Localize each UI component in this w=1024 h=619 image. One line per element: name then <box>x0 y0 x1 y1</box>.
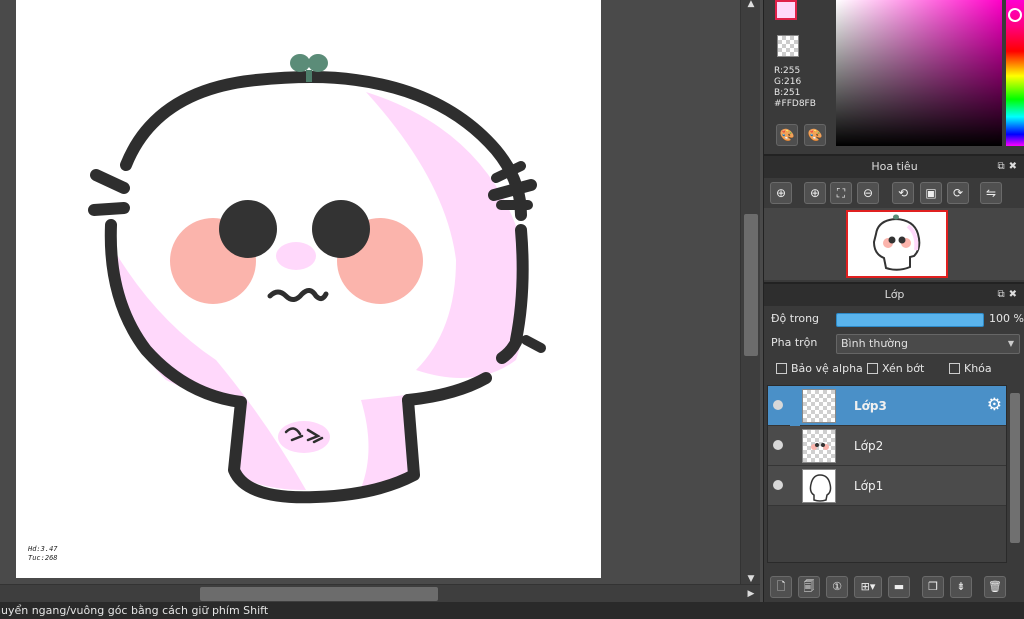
new-layer-from-icon[interactable]: 🗐 <box>798 576 820 598</box>
protect-alpha-checkbox[interactable]: Bảo vệ alpha <box>776 358 863 380</box>
navigator-view[interactable] <box>764 208 1024 280</box>
opacity-value: 100 % <box>989 312 1024 325</box>
zoom-in-icon[interactable]: ⊕ <box>804 182 826 204</box>
red-value: R:255 <box>774 66 801 76</box>
gear-icon[interactable]: ⚙ <box>987 395 1002 415</box>
visibility-eye-icon[interactable] <box>773 440 783 450</box>
layer-row-lop2[interactable]: Lớp2 <box>768 426 1006 466</box>
layer-panel-title: Lớp <box>884 288 905 301</box>
blue-value: B:251 <box>774 88 801 98</box>
foreground-color-swatch[interactable] <box>775 0 797 20</box>
status-message: huyển ngang/vuông góc bằng cách giữ phím… <box>0 604 269 617</box>
hex-value: #FFD8FB <box>774 99 816 109</box>
character-artwork <box>88 54 546 504</box>
saturation-value-picker[interactable] <box>836 0 1002 146</box>
visibility-eye-icon[interactable] <box>773 480 783 490</box>
rotate-right-icon[interactable]: ⟳ <box>947 182 969 204</box>
clipping-checkbox[interactable]: Xén bớt <box>867 358 924 380</box>
layer-panel: Lớp ⧉✖ Độ trong 100 % Pha trộn Bình thườ… <box>764 282 1024 602</box>
rgb-readout: R:255 G:216 B:251 #FFD8FB <box>774 66 816 110</box>
canvas-vertical-scrollbar[interactable]: ▲ ▼ <box>740 0 760 584</box>
signature-line-2: Tuc:268 <box>28 554 58 562</box>
navigator-header: Hoa tiêu ⧉✖ <box>764 154 1024 178</box>
right-dock: R:255 G:216 B:251 #FFD8FB 🎨 🎨 Hoa tiêu ⧉… <box>763 0 1024 602</box>
fit-window-icon[interactable]: ⛶ <box>830 182 852 204</box>
layer-options-row: Bảo vệ alpha Xén bớt Khóa <box>764 358 1024 380</box>
blend-row: Pha trộn Bình thường ▼ <box>764 332 1024 354</box>
navigator-title: Hoa tiêu <box>871 160 918 173</box>
layer-thumbnail <box>802 389 836 423</box>
blend-label: Pha trộn <box>771 336 818 349</box>
zoom-fit-icon[interactable]: ⊕ <box>770 182 792 204</box>
opacity-label: Độ trong <box>771 312 820 325</box>
layer-thumbnail <box>802 429 836 463</box>
green-value: G:216 <box>774 77 802 87</box>
panel-window-icons[interactable]: ⧉✖ <box>997 284 1021 306</box>
checkbox-icon <box>776 362 787 374</box>
layer-name: Lớp1 <box>854 479 884 493</box>
checkbox-icon <box>867 362 878 374</box>
scroll-right-icon[interactable]: ▶ <box>744 585 758 603</box>
scroll-up-icon[interactable]: ▲ <box>741 0 761 10</box>
layer-thumbnail <box>802 469 836 503</box>
visibility-eye-icon[interactable] <box>773 400 783 410</box>
clipping-label: Xén bớt <box>882 362 925 375</box>
chevron-down-icon: ▼ <box>1007 339 1014 348</box>
panel-window-icons[interactable]: ⧉✖ <box>997 156 1021 178</box>
blend-mode-value: Bình thường <box>841 337 908 350</box>
delete-layer-icon[interactable]: 🗑 <box>984 576 1006 598</box>
canvas-area[interactable]: Hd:3.47 Tuc:268 ▲ ▼ ▶ <box>0 0 763 602</box>
layer-toolbar: 🗋 🗐 ① ⊞▾ ▬ ❐ ⇟ 🗑 <box>764 572 1024 602</box>
opacity-row: Độ trong 100 % <box>764 308 1024 330</box>
new-layer-1bit-icon[interactable]: ① <box>826 576 848 598</box>
active-layer-indicator <box>790 386 800 426</box>
scroll-down-icon[interactable]: ▼ <box>741 574 761 584</box>
lock-label: Khóa <box>964 362 992 375</box>
checkbox-icon <box>949 362 960 374</box>
palette-icon[interactable]: 🎨 <box>776 124 798 146</box>
actual-size-icon[interactable]: ▣ <box>920 182 942 204</box>
rotate-left-icon[interactable]: ⟲ <box>892 182 914 204</box>
layer-name: Lớp2 <box>854 439 884 453</box>
add-layer-menu-icon[interactable]: ⊞▾ <box>854 576 882 598</box>
horizontal-scroll-thumb[interactable] <box>200 587 438 601</box>
canvas-horizontal-scrollbar[interactable]: ▶ <box>0 584 760 602</box>
blend-mode-select[interactable]: Bình thường ▼ <box>836 334 1020 354</box>
merge-down-icon[interactable]: ⇟ <box>950 576 972 598</box>
signature: Hd:3.47 Tuc:268 <box>28 545 58 563</box>
palette-settings-icon[interactable]: 🎨 <box>804 124 826 146</box>
navigator-thumbnail[interactable] <box>846 210 948 278</box>
status-bar: huyển ngang/vuông góc bằng cách giữ phím… <box>0 602 1024 619</box>
layer-row-lop3[interactable]: Lớp3 ⚙ <box>768 386 1006 426</box>
layer-row-lop1[interactable]: Lớp1 <box>768 466 1006 506</box>
layer-name: Lớp3 <box>854 399 887 413</box>
vertical-scroll-thumb[interactable] <box>744 214 758 356</box>
lock-checkbox[interactable]: Khóa <box>949 358 992 380</box>
duplicate-layer-icon[interactable]: ❐ <box>922 576 944 598</box>
layer-list-scrollbar[interactable] <box>1008 385 1022 563</box>
signature-line-1: Hd:3.47 <box>28 545 58 553</box>
protect-alpha-label: Bảo vệ alpha <box>791 362 863 375</box>
navigator-toolbar: ⊕ ⊕ ⛶ ⊖ ⟲ ▣ ⟳ ⇋ <box>764 178 1024 208</box>
layer-scroll-thumb[interactable] <box>1010 393 1020 543</box>
new-folder-icon[interactable]: ▬ <box>888 576 910 598</box>
app-window: Hd:3.47 Tuc:268 ▲ ▼ ▶ R:255 G:216 B:251 … <box>0 0 1024 619</box>
navigator-panel: Hoa tiêu ⧉✖ ⊕ ⊕ ⛶ ⊖ ⟲ ▣ ⟳ ⇋ <box>764 154 1024 280</box>
opacity-slider[interactable] <box>836 313 984 327</box>
transparent-color-swatch[interactable] <box>777 35 799 57</box>
new-layer-icon[interactable]: 🗋 <box>770 576 792 598</box>
drawing-canvas[interactable]: Hd:3.47 Tuc:268 <box>16 0 601 578</box>
hue-marker[interactable] <box>1008 8 1022 22</box>
layer-list: Lớp3 ⚙ Lớp2 Lớp1 <box>767 385 1007 563</box>
layer-header: Lớp ⧉✖ <box>764 282 1024 306</box>
color-panel: R:255 G:216 B:251 #FFD8FB 🎨 🎨 <box>764 0 1024 152</box>
flip-icon[interactable]: ⇋ <box>980 182 1002 204</box>
zoom-out-icon[interactable]: ⊖ <box>857 182 879 204</box>
